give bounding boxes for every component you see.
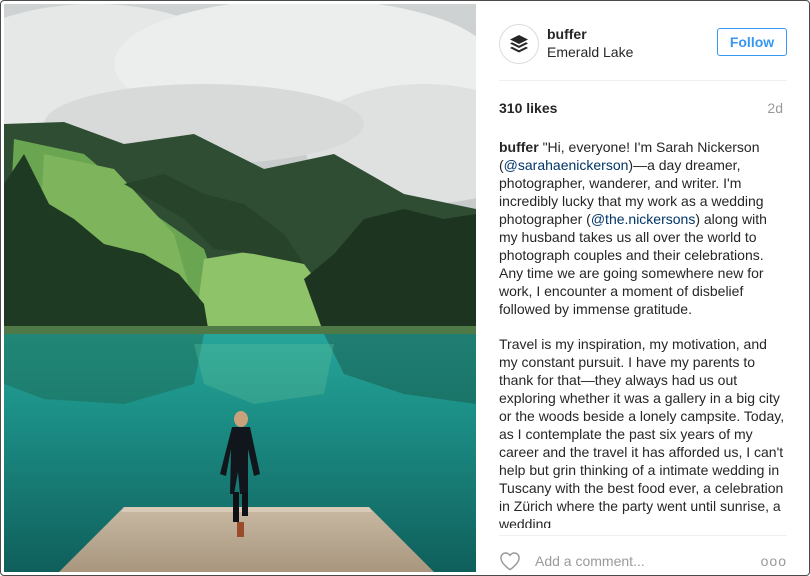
post-modal: buffer Emerald Lake Follow 310 likes 2d … [0,0,810,576]
header-divider [499,80,787,81]
comment-bar: ooo [499,549,787,573]
buffer-logo-icon [510,35,528,53]
caption-username[interactable]: buffer [499,139,539,155]
add-comment-input[interactable] [535,553,735,569]
heart-outline-icon[interactable] [499,551,521,571]
username-link[interactable]: buffer [547,26,587,42]
follow-button[interactable]: Follow [717,28,787,56]
caption-paragraph-1: buffer "Hi, everyone! I'm Sarah Nickerso… [499,138,789,318]
mention-link[interactable]: @the.nickersons [591,211,695,227]
caption-paragraph-2: Travel is my inspiration, my motivation,… [499,336,785,528]
lake-landscape-image [4,4,476,572]
likes-count[interactable]: 310 likes [499,100,557,116]
mention-link[interactable]: @sarahaenickerson [504,157,629,173]
post-photo[interactable] [4,4,476,572]
more-options-icon[interactable]: ooo [761,553,787,569]
post-side-panel: buffer Emerald Lake Follow 310 likes 2d … [477,1,809,575]
comment-divider [499,535,787,536]
post-age[interactable]: 2d [767,100,783,116]
location-link[interactable]: Emerald Lake [547,44,633,60]
post-header: buffer Emerald Lake Follow [499,21,787,71]
avatar[interactable] [499,24,539,64]
caption-text: buffer "Hi, everyone! I'm Sarah Nickerso… [499,138,789,528]
